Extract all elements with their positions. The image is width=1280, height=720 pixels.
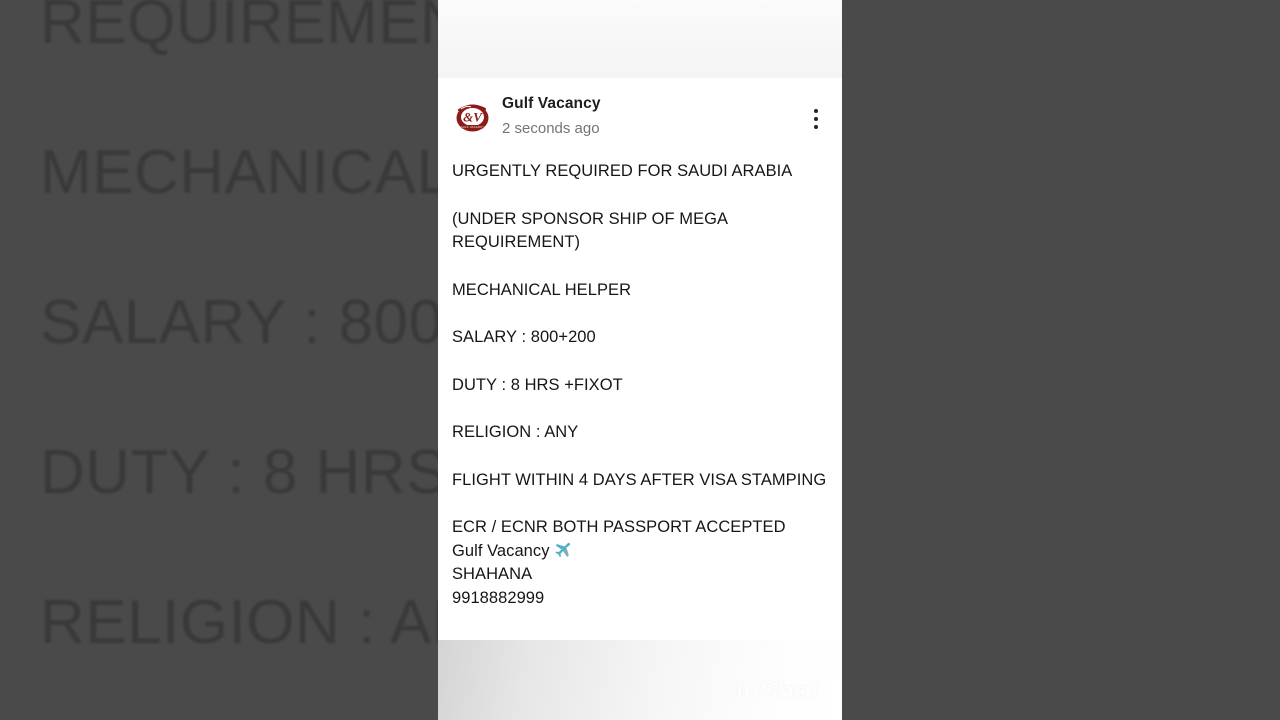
inshot-watermark: InShot <box>736 675 820 705</box>
post-paragraph: (UNDER SPONSOR SHIP OF MEGA REQUIREMENT) <box>452 209 728 252</box>
screen-root: REQUIREMENT) MECHANICAL HELPER SALARY : … <box>0 0 1280 720</box>
post-paragraph: DUTY : 8 HRS +FIXOT <box>452 375 623 394</box>
post-timestamp: 2 seconds ago <box>502 120 600 137</box>
post-paragraph: RELIGION : ANY <box>452 423 579 441</box>
airplane-emoji-icon <box>554 542 570 557</box>
signature-line-phone: 9918882999 <box>452 588 545 607</box>
signature-line-contact-name: SHAHANA <box>452 565 533 583</box>
post-panel: &V GULF VACANCY Gulf Vacancy 2 seconds a… <box>438 0 842 720</box>
post-signature: ECR / ECNR BOTH PASSPORT ACCEPTED Gulf V… <box>452 516 828 610</box>
signature-line-brand: Gulf Vacancy <box>452 541 550 560</box>
post-header: &V GULF VACANCY Gulf Vacancy 2 seconds a… <box>438 92 842 144</box>
panel-bottom-strip: InShot <box>438 640 842 720</box>
post-paragraph: URGENTLY REQUIRED FOR SAUDI ARABIA <box>452 162 793 180</box>
kebab-dot <box>814 125 818 129</box>
signature-line-passport: ECR / ECNR BOTH PASSPORT ACCEPTED <box>452 518 786 536</box>
account-info: Gulf Vacancy 2 seconds ago <box>502 94 601 139</box>
avatar[interactable]: &V GULF VACANCY <box>454 99 491 136</box>
svg-text:GULF VACANCY: GULF VACANCY <box>461 125 485 129</box>
post-body: URGENTLY REQUIRED FOR SAUDI ARABIA (UNDE… <box>438 160 842 610</box>
kebab-menu-icon[interactable] <box>802 102 830 136</box>
post-paragraph: SALARY : 800+200 <box>452 328 596 346</box>
kebab-dot <box>814 109 818 113</box>
account-name[interactable]: Gulf Vacancy <box>502 94 601 114</box>
panel-top-strip <box>438 0 842 78</box>
post-paragraph: FLIGHT WITHIN 4 DAYS AFTER VISA STAMPING <box>452 470 827 489</box>
gulf-vacancy-logo-icon: &V GULF VACANCY <box>456 104 489 132</box>
svg-text:&V: &V <box>463 110 483 125</box>
kebab-dot <box>814 117 818 121</box>
post-paragraph: MECHANICAL HELPER <box>452 280 632 299</box>
